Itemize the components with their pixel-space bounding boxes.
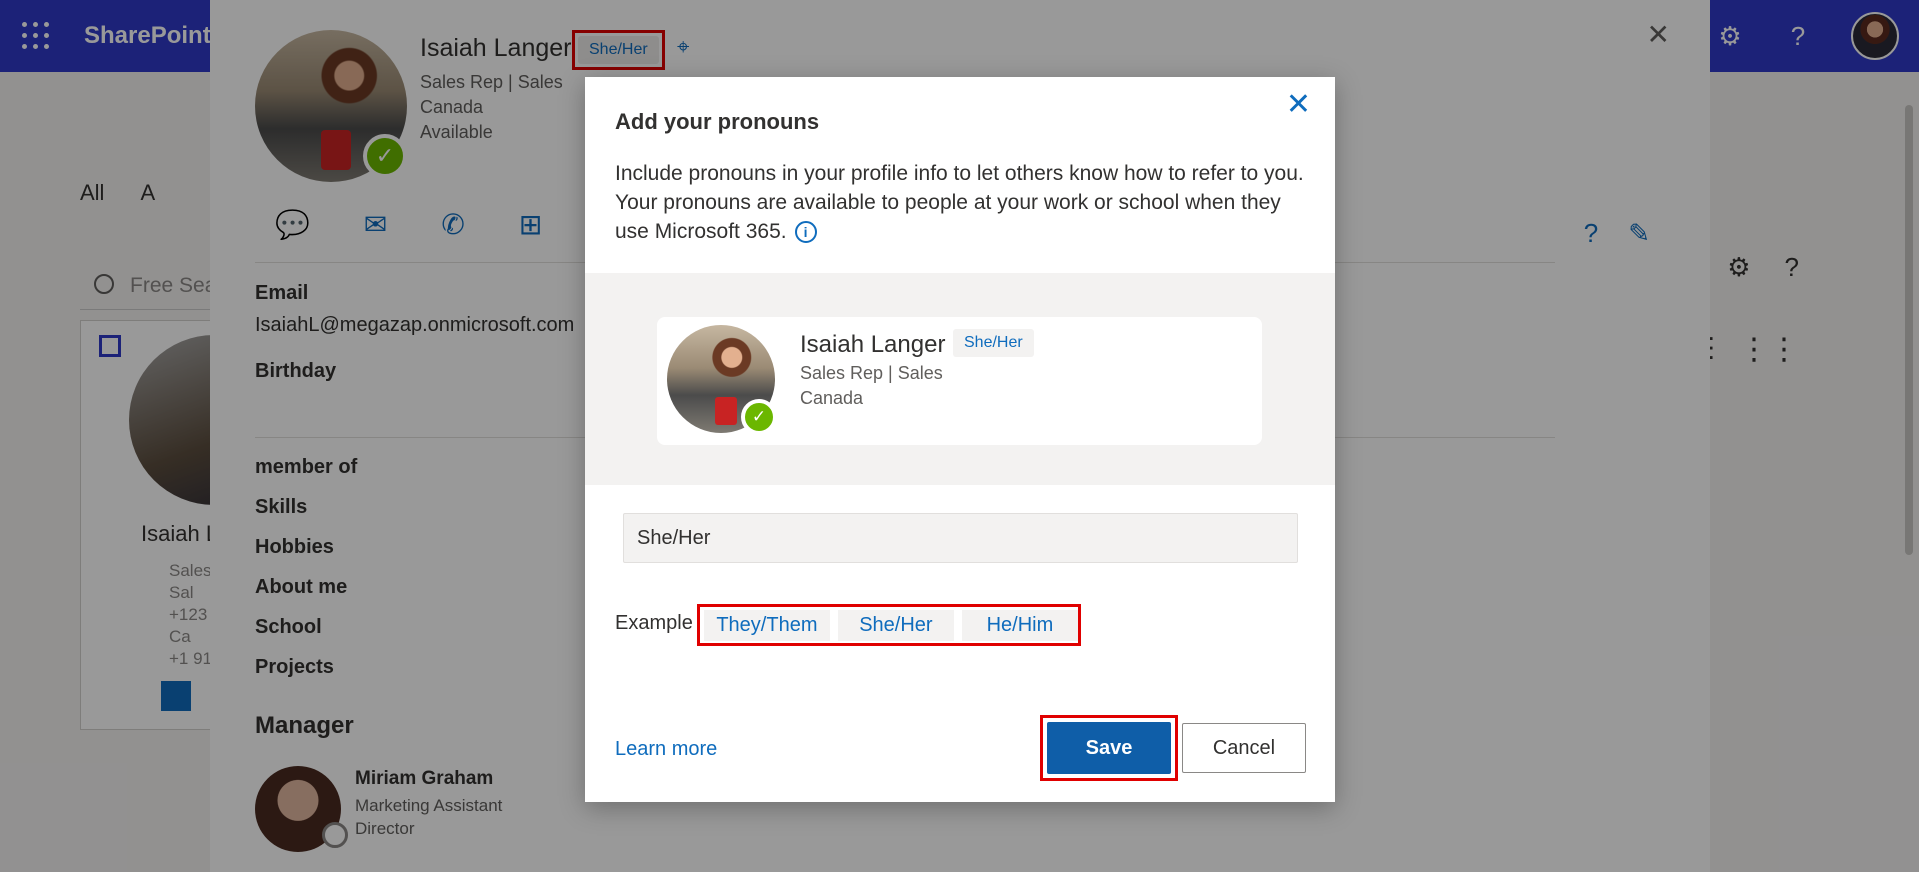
example-chips-highlight: They/Them She/Her He/Him xyxy=(697,604,1081,646)
preview-pronouns: She/Her xyxy=(953,329,1034,357)
close-icon[interactable]: ✕ xyxy=(1286,87,1311,122)
presence-available-icon: ✓ xyxy=(741,399,777,435)
example-chip-she-her[interactable]: She/Her xyxy=(837,609,954,641)
dialog-title: Add your pronouns xyxy=(615,109,820,134)
profile-preview: ✓ Isaiah Langer She/Her Sales Rep | Sale… xyxy=(585,273,1335,485)
preview-avatar: ✓ xyxy=(667,325,777,435)
preview-title: Sales Rep | Sales xyxy=(800,363,943,383)
preview-card: ✓ Isaiah Langer She/Her Sales Rep | Sale… xyxy=(657,317,1262,445)
dialog-description: Include pronouns in your profile info to… xyxy=(615,162,1304,243)
save-button-highlight: Save xyxy=(1040,715,1178,781)
learn-more-link[interactable]: Learn more xyxy=(615,738,717,761)
info-icon[interactable]: i xyxy=(794,221,817,243)
add-pronouns-dialog: ✕ Add your pronouns Include pronouns in … xyxy=(585,77,1335,802)
preview-name: Isaiah Langer xyxy=(800,331,946,358)
preview-pronouns-badge: She/Her xyxy=(953,329,1034,357)
example-chip-he-him[interactable]: He/Him xyxy=(961,609,1078,641)
example-chip-they-them[interactable]: They/Them xyxy=(704,609,830,641)
save-button[interactable]: Save xyxy=(1047,722,1171,774)
cancel-button[interactable]: Cancel xyxy=(1182,723,1306,773)
pronouns-input[interactable] xyxy=(623,513,1298,563)
example-label: Example xyxy=(615,612,693,634)
preview-location: Canada xyxy=(800,388,864,408)
